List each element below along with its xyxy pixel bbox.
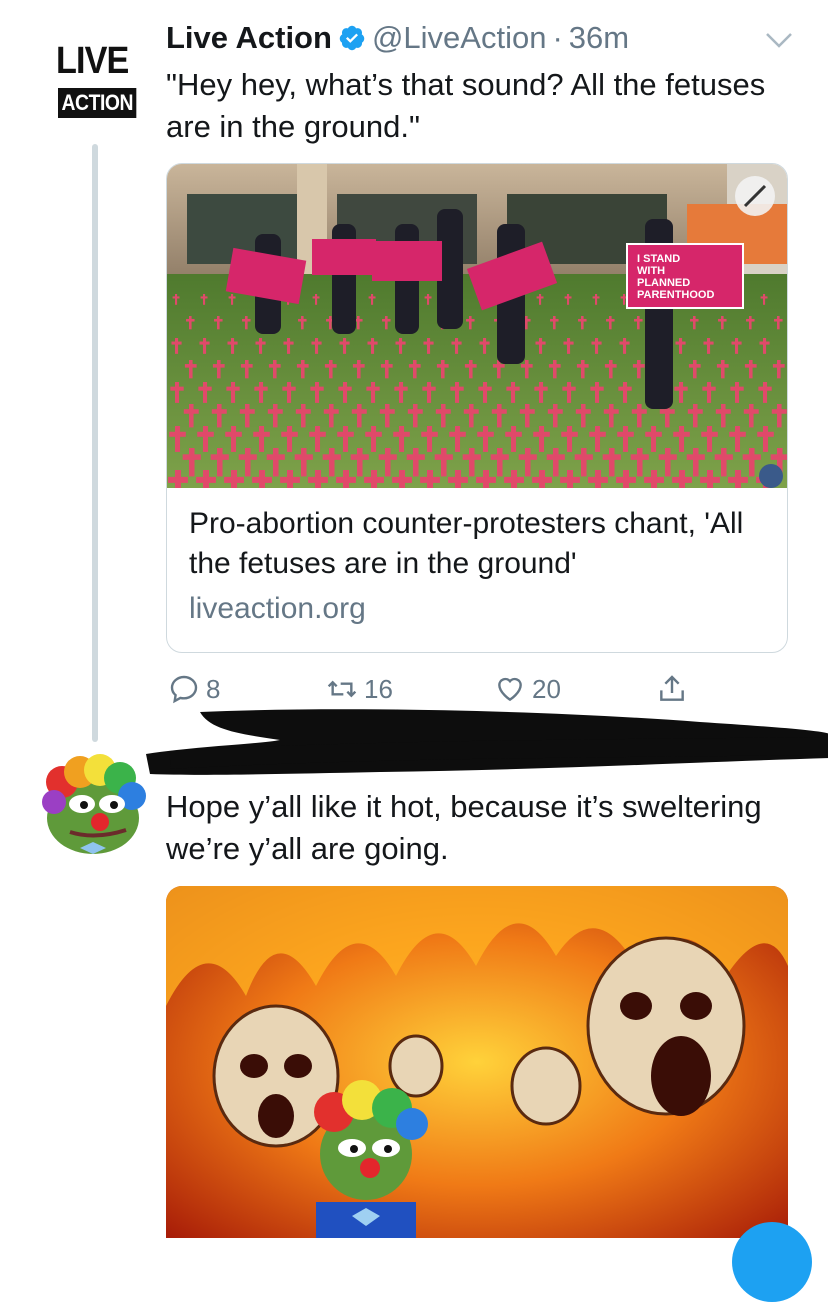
link-card[interactable]: I STAND WITH PLANNED PARENTHOOD Pro-abor…	[166, 163, 788, 653]
redaction-scribble	[146, 709, 828, 775]
tweet-text: "Hey hey, what’s that sound? All the fet…	[166, 67, 766, 144]
verified-badge-icon	[339, 25, 365, 51]
svg-text:WITH: WITH	[637, 265, 665, 277]
compose-button[interactable]	[732, 1222, 812, 1302]
timestamp[interactable]: 36m	[569, 20, 629, 55]
card-domain: liveaction.org	[189, 592, 366, 625]
tweet-text-reply: Hope y’all like it hot, because it’s swe…	[166, 789, 762, 866]
svg-text:PARENTHOOD: PARENTHOOD	[637, 289, 714, 301]
clown-frog-avatar[interactable]	[40, 752, 146, 858]
display-name[interactable]: Live Action	[166, 20, 332, 55]
card-title: Pro-abortion counter-protesters chant, '…	[189, 507, 744, 580]
avatar-logo-line2: ACTION	[58, 88, 137, 118]
live-action-avatar[interactable]: LIVE ACTION	[46, 38, 142, 124]
svg-text:PLANNED: PLANNED	[637, 277, 690, 289]
avatar-logo-line1: LIVE	[56, 40, 129, 82]
tweet-header: Live Action @LiveAction · 36m	[166, 20, 629, 56]
separator: ·	[552, 20, 563, 55]
flames-skeletons-image	[166, 886, 788, 1238]
svg-text:I STAND: I STAND	[637, 253, 680, 265]
handle[interactable]: @LiveAction	[372, 20, 547, 55]
chevron-down-icon[interactable]	[764, 30, 794, 50]
card-image-protest-crosses: I STAND WITH PLANNED PARENTHOOD	[167, 164, 787, 488]
thread-line	[92, 144, 98, 742]
